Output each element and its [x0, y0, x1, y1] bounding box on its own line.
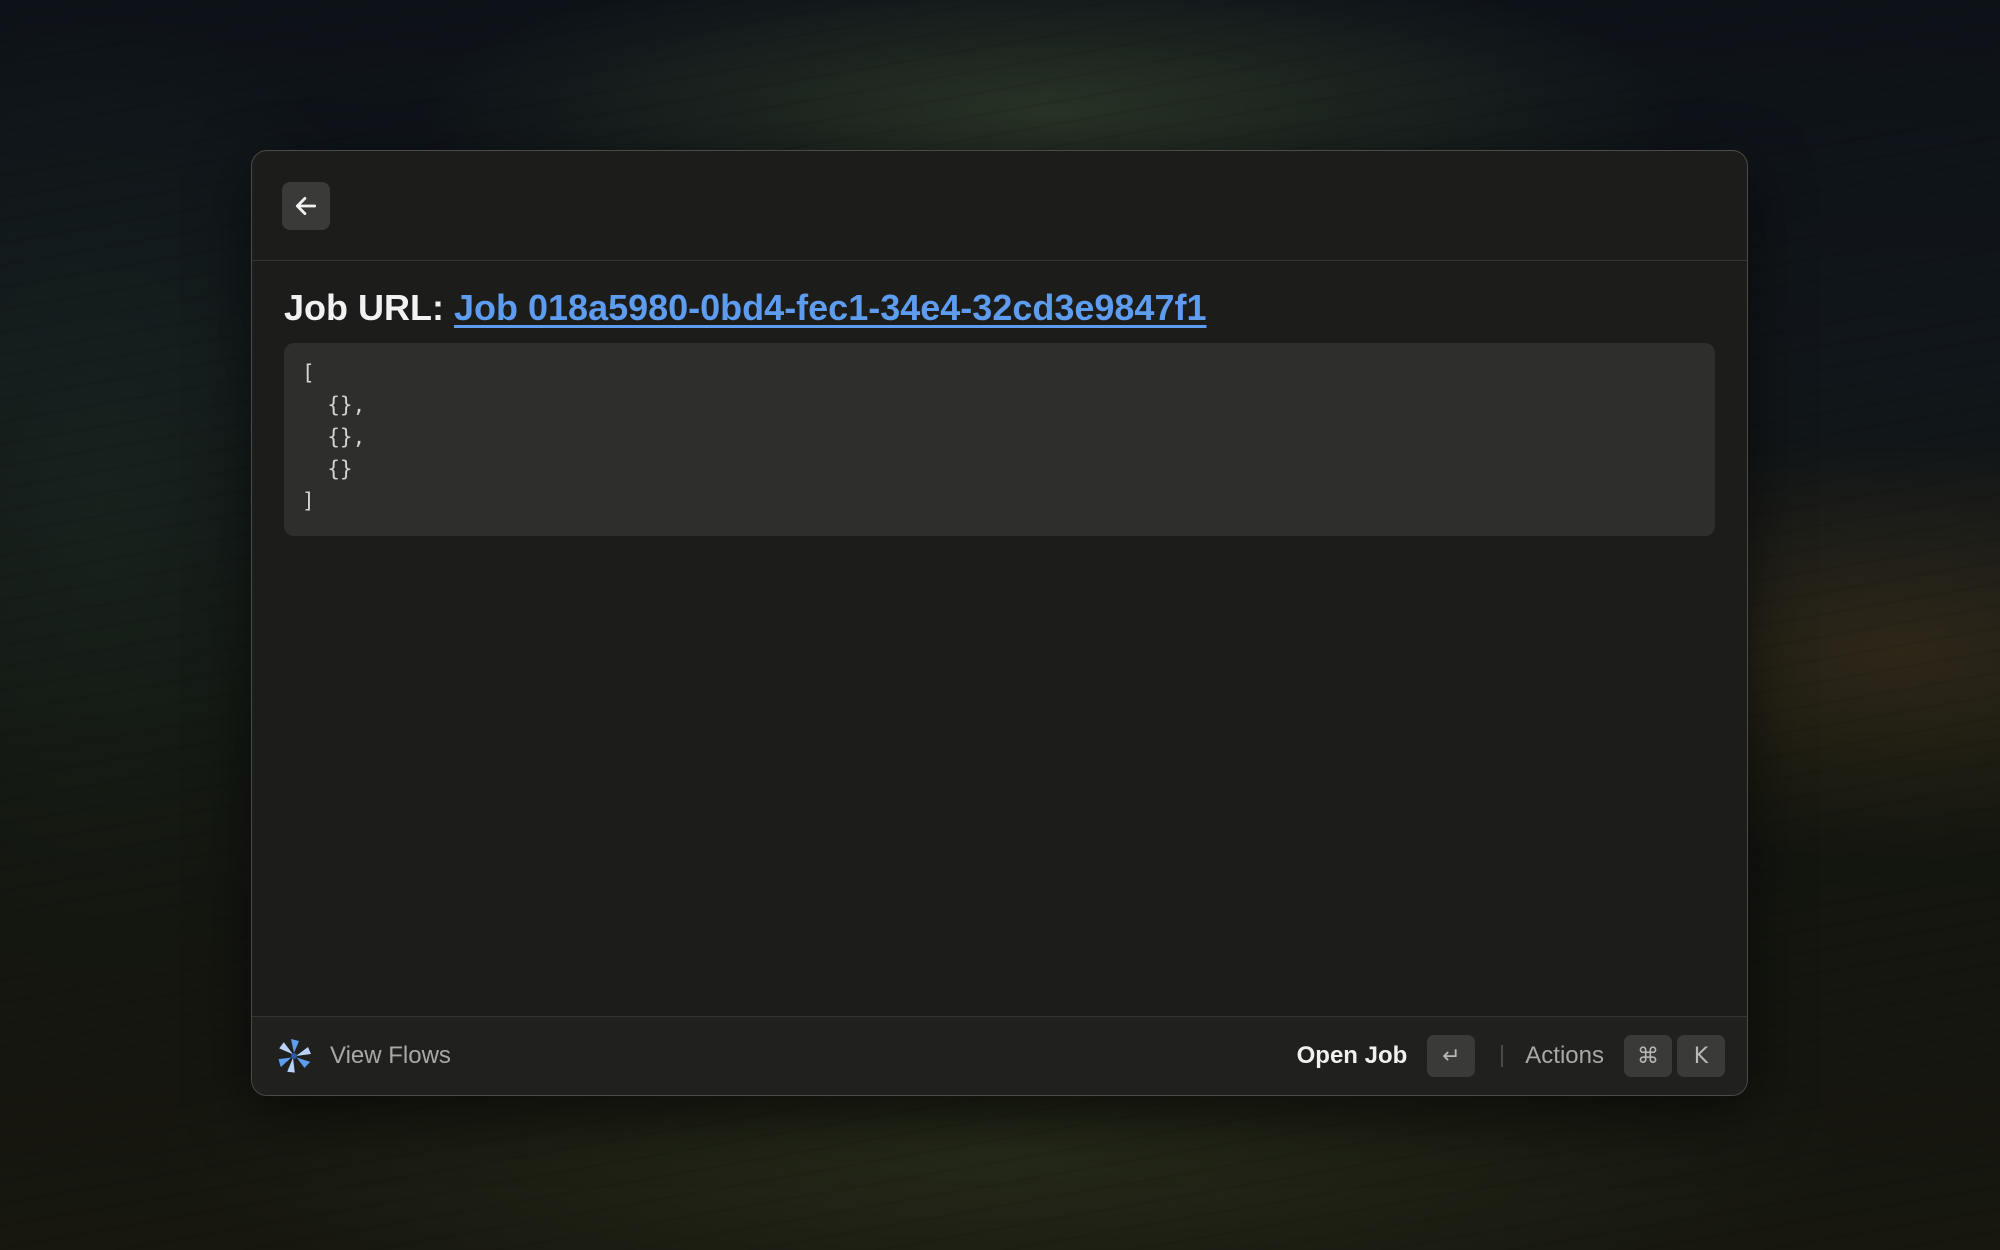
detail-content: Job URL: Job 018a5980-0bd4-fec1-34e4-32c…: [284, 287, 1715, 536]
code-content: [ {}, {}, {} ]: [302, 361, 366, 513]
back-button[interactable]: [282, 182, 330, 230]
open-job-button[interactable]: Open Job: [1297, 1042, 1408, 1070]
arrow-left-icon: [293, 193, 319, 219]
extension-window: Job URL: Job 018a5980-0bd4-fec1-34e4-32c…: [251, 150, 1748, 1096]
top-bar: [252, 151, 1747, 261]
k-key: K: [1677, 1035, 1725, 1077]
windmill-icon: [274, 1036, 314, 1076]
footer-actions: Open Job ↵ Actions ⌘ K: [1297, 1034, 1725, 1078]
divider: [1501, 1045, 1504, 1067]
footer-left: View Flows: [274, 1035, 451, 1077]
job-url-label: Job URL:: [284, 287, 444, 328]
view-flows-label[interactable]: View Flows: [330, 1042, 451, 1070]
actions-button[interactable]: Actions: [1525, 1042, 1604, 1070]
return-key-icon: ↵: [1427, 1035, 1476, 1077]
action-bar: View Flows Open Job ↵ Actions ⌘ K: [252, 1016, 1747, 1095]
code-block: [ {}, {}, {} ]: [284, 343, 1715, 536]
job-url-heading: Job URL: Job 018a5980-0bd4-fec1-34e4-32c…: [284, 287, 1715, 329]
command-key-icon: ⌘: [1624, 1035, 1672, 1077]
job-link[interactable]: Job 018a5980-0bd4-fec1-34e4-32cd3e9847f1: [454, 287, 1206, 328]
